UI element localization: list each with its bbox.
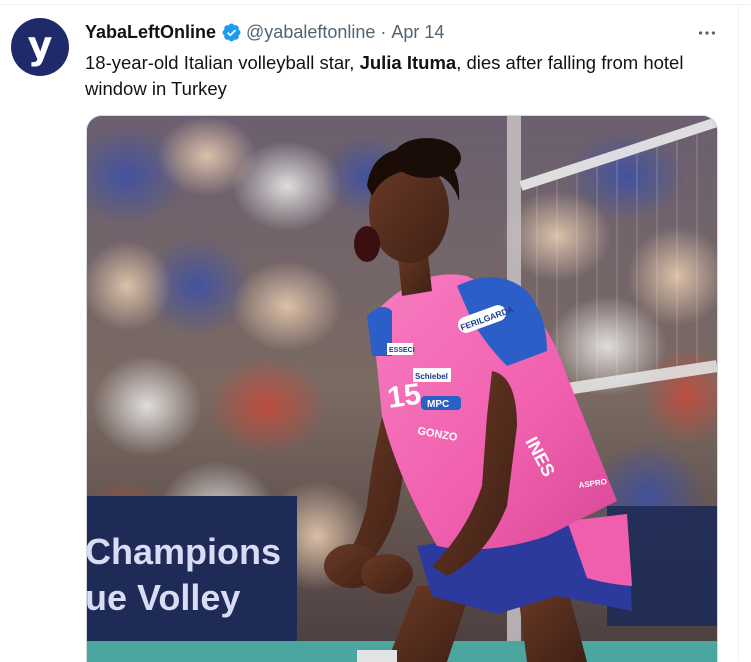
- sponsor-esseci: ESSECI: [389, 347, 415, 354]
- author-name[interactable]: YabaLeftOnline: [85, 22, 216, 43]
- post-header: YabaLeftOnline @yabaleftonline · Apr 14: [85, 22, 444, 43]
- right-divider: [738, 4, 739, 661]
- sponsor-mpc: MPC: [427, 399, 449, 410]
- separator-dot: ·: [380, 22, 387, 42]
- post-image[interactable]: Champions ue Volley 15 FERILGARDA ESSECI…: [86, 115, 718, 662]
- post-text-before: 18-year-old Italian volleyball star,: [85, 52, 360, 73]
- volleyball-photo: Champions ue Volley 15 FERILGARDA ESSECI…: [87, 116, 717, 662]
- jersey-number: 15: [385, 378, 423, 415]
- more-options-icon[interactable]: [694, 20, 720, 46]
- top-divider: [0, 4, 751, 5]
- board-line2: ue Volley: [87, 577, 240, 618]
- author-avatar[interactable]: y: [11, 18, 69, 76]
- post-text: 18-year-old Italian volleyball star, Jul…: [85, 50, 725, 102]
- avatar-logo: y: [27, 23, 53, 67]
- champions-league-board: Champions ue Volley: [87, 496, 297, 662]
- post-text-bold[interactable]: Julia Ituma: [360, 52, 457, 73]
- author-handle[interactable]: @yabaleftonline: [246, 22, 375, 43]
- verified-badge-icon[interactable]: [221, 22, 242, 43]
- board-line1: Champions: [87, 531, 281, 572]
- post-date[interactable]: Apr 14: [391, 22, 444, 43]
- sponsor-schiebel: Schiebel: [415, 372, 448, 381]
